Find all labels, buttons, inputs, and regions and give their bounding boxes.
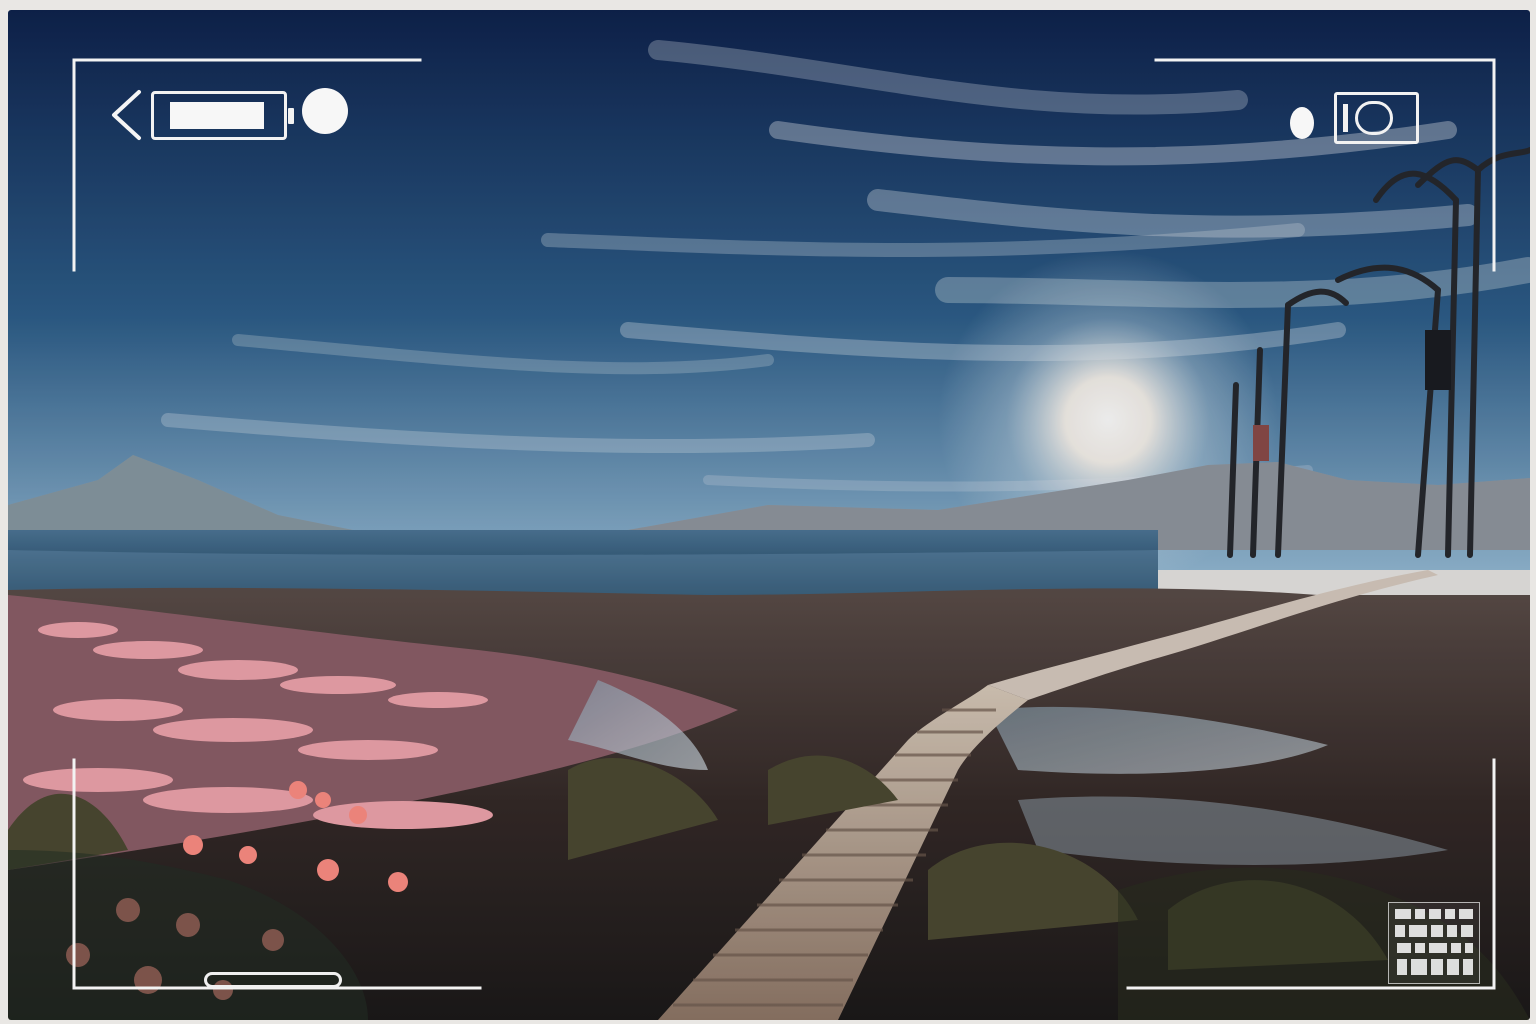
capsule-icon — [204, 972, 342, 988]
record-dot-icon — [302, 88, 348, 134]
camera-frame — [0, 0, 1536, 1024]
landscape-scene — [8, 10, 1530, 1020]
stamp-icon — [1388, 902, 1480, 984]
landscape-photo — [8, 10, 1530, 1020]
record-dot-icon — [1290, 107, 1314, 139]
battery-level-icon — [170, 102, 264, 129]
battery-indicator-icon — [1355, 101, 1393, 135]
battery-icon — [151, 91, 294, 140]
battery-cap-icon — [288, 108, 294, 124]
battery-icon — [1334, 92, 1419, 144]
battery-level-icon — [1343, 104, 1348, 132]
